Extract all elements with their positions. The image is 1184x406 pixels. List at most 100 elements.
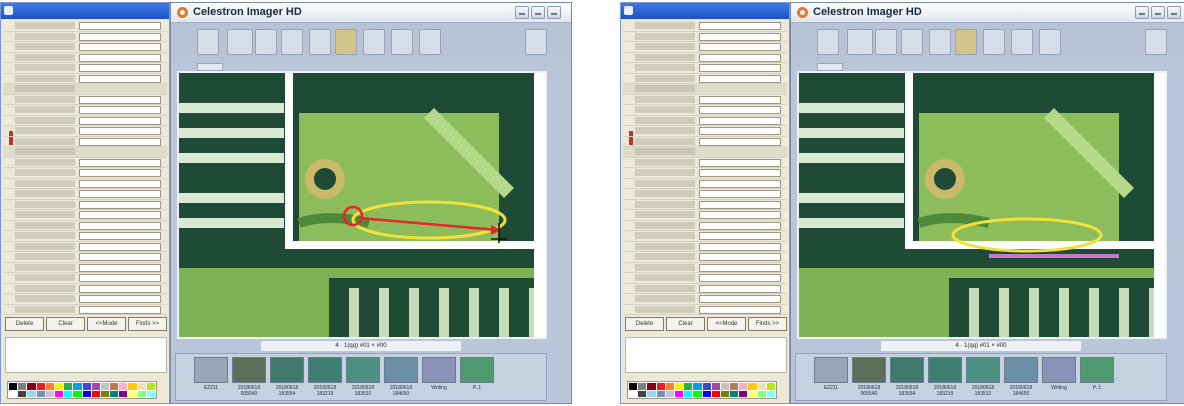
row-field[interactable] xyxy=(699,200,781,209)
color-swatch[interactable] xyxy=(146,390,155,397)
color-swatch[interactable] xyxy=(146,383,155,390)
mode-button[interactable]: <<Mode xyxy=(707,317,746,331)
color-swatch[interactable] xyxy=(100,390,110,397)
color-swatch[interactable] xyxy=(27,383,36,390)
row-field[interactable] xyxy=(79,190,161,198)
settings-icon[interactable] xyxy=(1145,29,1167,55)
color-swatch[interactable] xyxy=(693,390,702,397)
row-field[interactable] xyxy=(699,116,781,125)
color-palette[interactable] xyxy=(627,381,777,399)
row-field[interactable] xyxy=(79,179,161,188)
color-swatch[interactable] xyxy=(119,390,128,397)
row-field[interactable] xyxy=(699,221,781,230)
clear-button[interactable]: Clear xyxy=(666,317,705,331)
row-field[interactable] xyxy=(79,137,161,146)
color-swatch[interactable] xyxy=(128,390,137,397)
color-swatch[interactable] xyxy=(36,390,45,397)
color-swatch[interactable] xyxy=(9,383,18,390)
color-swatch[interactable] xyxy=(684,383,693,390)
row-field[interactable] xyxy=(79,64,161,72)
color-swatch[interactable] xyxy=(757,390,766,397)
minimize-button[interactable] xyxy=(515,6,529,19)
color-swatch[interactable] xyxy=(629,383,638,390)
measure-icon[interactable] xyxy=(955,29,977,55)
color-swatch[interactable] xyxy=(18,383,27,390)
color-swatch[interactable] xyxy=(18,390,27,397)
color-swatch[interactable] xyxy=(638,390,647,397)
thumbnail[interactable] xyxy=(890,357,924,383)
color-swatch[interactable] xyxy=(82,383,91,390)
row-field[interactable] xyxy=(79,169,161,177)
thumbnail[interactable] xyxy=(814,357,848,383)
row-field[interactable] xyxy=(699,43,781,51)
settings-icon[interactable] xyxy=(525,29,547,55)
color-swatch[interactable] xyxy=(100,383,110,390)
gallery-icon[interactable] xyxy=(255,29,277,55)
thumbnail[interactable] xyxy=(270,357,304,383)
copy-icon[interactable] xyxy=(1039,29,1061,55)
row-field[interactable] xyxy=(699,211,781,219)
color-swatch[interactable] xyxy=(757,383,766,390)
finds-button[interactable]: Finds >> xyxy=(748,317,787,331)
color-swatch[interactable] xyxy=(730,383,739,390)
color-palette[interactable] xyxy=(7,381,157,399)
gallery-icon[interactable] xyxy=(875,29,897,55)
row-field[interactable] xyxy=(699,169,781,177)
row-field[interactable] xyxy=(699,127,781,135)
row-field[interactable] xyxy=(699,158,781,167)
row-field[interactable] xyxy=(699,137,781,146)
row-field[interactable] xyxy=(699,22,781,30)
microscope-image[interactable] xyxy=(177,71,547,339)
print-icon[interactable] xyxy=(929,29,951,55)
color-swatch[interactable] xyxy=(647,390,656,397)
color-swatch[interactable] xyxy=(45,390,54,397)
zoom-in-icon[interactable] xyxy=(983,29,1005,55)
color-swatch[interactable] xyxy=(720,390,730,397)
zoom-in-icon[interactable] xyxy=(363,29,385,55)
color-swatch[interactable] xyxy=(54,383,64,390)
camera-icon[interactable] xyxy=(817,29,839,55)
row-field[interactable] xyxy=(699,95,781,104)
clear-button[interactable]: Clear xyxy=(46,317,85,331)
microscope-image[interactable] xyxy=(797,71,1167,339)
row-field[interactable] xyxy=(79,116,161,125)
film-icon[interactable] xyxy=(847,29,873,55)
copy-icon[interactable] xyxy=(419,29,441,55)
color-swatch[interactable] xyxy=(684,390,693,397)
row-field[interactable] xyxy=(79,158,161,167)
row-field[interactable] xyxy=(79,32,161,41)
color-swatch[interactable] xyxy=(720,383,730,390)
thumbnail[interactable] xyxy=(1004,357,1038,383)
color-swatch[interactable] xyxy=(64,390,73,397)
color-swatch[interactable] xyxy=(73,383,82,390)
thumbnail[interactable] xyxy=(1080,357,1114,383)
color-swatch[interactable] xyxy=(82,390,91,397)
row-field[interactable] xyxy=(79,43,161,51)
row-field[interactable] xyxy=(79,295,161,303)
row-field[interactable] xyxy=(79,22,161,30)
color-swatch[interactable] xyxy=(629,390,638,397)
row-field[interactable] xyxy=(79,232,161,240)
trash-icon[interactable] xyxy=(281,29,303,55)
color-swatch[interactable] xyxy=(64,383,73,390)
thumbnail[interactable] xyxy=(422,357,456,383)
color-swatch[interactable] xyxy=(702,383,711,390)
color-swatch[interactable] xyxy=(73,390,82,397)
row-field[interactable] xyxy=(699,305,781,314)
color-swatch[interactable] xyxy=(91,390,100,397)
color-swatch[interactable] xyxy=(739,383,748,390)
color-swatch[interactable] xyxy=(54,390,64,397)
row-field[interactable] xyxy=(699,263,781,272)
color-swatch[interactable] xyxy=(656,383,665,390)
row-field[interactable] xyxy=(699,274,781,282)
color-swatch[interactable] xyxy=(711,390,720,397)
thumbnail[interactable] xyxy=(194,357,228,383)
maximize-button[interactable] xyxy=(531,6,545,19)
thumbnail[interactable] xyxy=(460,357,494,383)
zoom-out-icon[interactable] xyxy=(391,29,413,55)
row-field[interactable] xyxy=(699,179,781,188)
color-swatch[interactable] xyxy=(730,390,739,397)
row-field[interactable] xyxy=(699,106,781,114)
row-field[interactable] xyxy=(79,284,161,293)
color-swatch[interactable] xyxy=(45,383,54,390)
